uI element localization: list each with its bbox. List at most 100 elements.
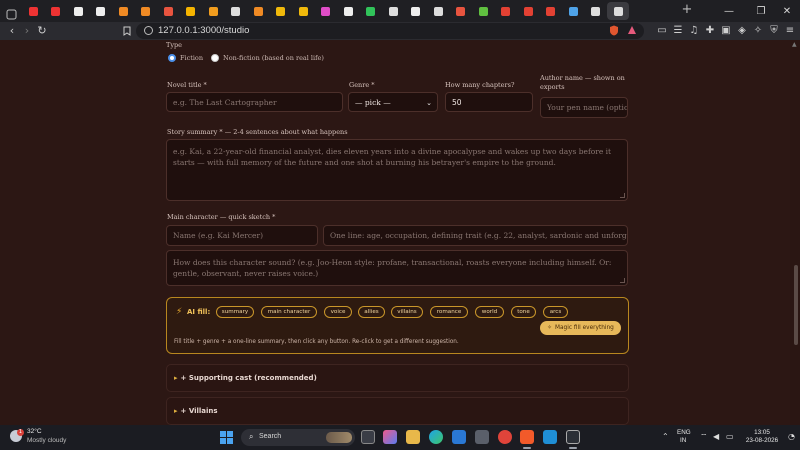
browser-tab[interactable] [112, 2, 135, 20]
fiction-radio-label[interactable]: Fiction [180, 54, 203, 62]
browser-tab[interactable] [270, 2, 293, 20]
task-view-icon[interactable] [361, 430, 375, 444]
browser-tab[interactable] [517, 2, 540, 20]
browser-tab[interactable] [22, 2, 45, 20]
main-character-oneline-input[interactable]: One line: age, occupation, defining trai… [323, 225, 628, 246]
browser-tab[interactable] [225, 2, 248, 20]
resize-handle[interactable] [620, 193, 625, 198]
main-character-voice-textarea[interactable]: How does this character sound? (e.g. Joo… [166, 250, 628, 286]
brave-taskbar-icon[interactable] [520, 430, 534, 444]
vpn-icon[interactable]: ◈ [736, 25, 748, 37]
nonfiction-radio-label[interactable]: Non-fiction (based on real life) [223, 54, 324, 62]
ai-chip-world[interactable]: world [475, 306, 504, 318]
browser-tab[interactable] [450, 2, 473, 20]
mail-icon[interactable] [452, 430, 466, 444]
weather-temperature[interactable]: 32°C [27, 428, 42, 435]
browser-tab[interactable] [315, 2, 338, 20]
sidebar-icon[interactable]: ▭ [656, 25, 668, 37]
reload-icon[interactable]: ↻ [35, 24, 49, 38]
browser-tab[interactable] [540, 2, 563, 20]
resize-handle[interactable] [620, 278, 625, 283]
ai-chip-voice[interactable]: voice [324, 306, 352, 318]
site-info-icon[interactable] [144, 26, 153, 35]
copilot-icon[interactable] [383, 430, 397, 444]
browser-tab[interactable] [67, 2, 90, 20]
music-icon[interactable]: ♫ [688, 25, 700, 37]
scrollbar-thumb[interactable] [794, 265, 798, 345]
ai-chip-villains[interactable]: villains [391, 306, 423, 318]
browser-tab[interactable] [157, 2, 180, 20]
forward-icon[interactable]: › [20, 24, 34, 38]
page-scrollbar[interactable]: ▲ [790, 40, 800, 425]
browser-tab[interactable] [135, 2, 158, 20]
language-code[interactable]: ENG [677, 429, 691, 436]
browser-tab[interactable] [337, 2, 360, 20]
language-region[interactable]: IN [680, 437, 686, 444]
chapters-input[interactable]: 50 [445, 92, 533, 112]
author-input[interactable]: Your pen name (optional) [540, 97, 628, 118]
browser-tab[interactable] [90, 2, 113, 20]
minimize-button[interactable]: — [714, 0, 744, 22]
brave-shield-icon[interactable] [608, 25, 620, 37]
extensions-icon[interactable]: ☰ [672, 25, 684, 37]
url-text[interactable]: 127.0.0.1:3000/studio [158, 24, 249, 38]
clock-time[interactable]: 13:05 [742, 429, 782, 436]
villains-section[interactable]: ▸ + Villains [166, 397, 629, 425]
fiction-radio[interactable] [168, 54, 176, 62]
puzzle-icon[interactable]: ✚ [704, 25, 716, 37]
chevron-up-icon[interactable]: ⌃ [662, 433, 669, 441]
browser-tab[interactable] [292, 2, 315, 20]
volume-icon[interactable]: ◀ [713, 433, 719, 441]
app-icon[interactable] [498, 430, 512, 444]
browser-tab[interactable] [360, 2, 383, 20]
browser-tab[interactable] [562, 2, 585, 20]
browser-tab[interactable] [607, 2, 629, 20]
brave-rewards-icon[interactable] [626, 25, 638, 37]
genre-select[interactable]: — pick — ⌄ [348, 92, 438, 112]
browser-tab[interactable] [247, 2, 270, 20]
shield-icon[interactable]: ⛨ [768, 25, 780, 37]
browser-tab[interactable] [180, 2, 203, 20]
scroll-up-icon[interactable]: ▲ [792, 42, 798, 48]
close-window-button[interactable]: ✕ [772, 0, 800, 22]
main-character-name-input[interactable]: Name (e.g. Kai Mercer) [166, 225, 318, 246]
nonfiction-radio[interactable] [211, 54, 219, 62]
weather-condition[interactable]: Mostly cloudy [27, 437, 66, 444]
ai-chip-tone[interactable]: tone [511, 306, 536, 318]
windows-start-icon[interactable] [220, 431, 233, 444]
wifi-icon[interactable]: ⌔ [700, 433, 708, 441]
ai-chip-summary[interactable]: summary [216, 306, 254, 318]
file-explorer-icon[interactable] [406, 430, 420, 444]
browser-tab[interactable] [472, 2, 495, 20]
store-icon[interactable] [475, 430, 489, 444]
leo-ai-icon[interactable]: ✧ [752, 25, 764, 37]
bookmark-icon[interactable] [120, 24, 134, 38]
ai-chip-main-character[interactable]: main character [261, 306, 317, 318]
browser-tab[interactable] [585, 2, 608, 20]
back-icon[interactable]: ‹ [5, 24, 19, 38]
browser-tab[interactable] [202, 2, 225, 20]
browser-tab[interactable] [382, 2, 405, 20]
menu-icon[interactable]: ≡ [784, 25, 796, 37]
browser-tab[interactable] [427, 2, 450, 20]
supporting-cast-section[interactable]: ▸ + Supporting cast (recommended) [166, 364, 629, 392]
summary-textarea[interactable]: e.g. Kai, a 22-year-old financial analys… [166, 139, 628, 201]
notification-bell-icon[interactable]: ◔ [788, 433, 795, 441]
browser-tab[interactable] [495, 2, 518, 20]
terminal-icon[interactable] [566, 430, 580, 444]
browser-tab[interactable] [405, 2, 428, 20]
ai-chip-arcs[interactable]: arcs [543, 306, 568, 318]
wallet-icon[interactable]: ▣ [720, 25, 732, 37]
ai-chip-allies[interactable]: allies [358, 306, 385, 318]
app-icon[interactable] [543, 430, 557, 444]
battery-icon[interactable]: ▭ [726, 433, 734, 441]
ai-chip-romance[interactable]: romance [430, 306, 468, 318]
edge-icon[interactable] [429, 430, 443, 444]
clock-date[interactable]: 23-08-2026 [742, 437, 782, 444]
magic-fill-button[interactable]: ✧ Magic fill everything [540, 321, 621, 335]
new-tab-button[interactable]: + [680, 3, 694, 17]
tab-menu-icon[interactable] [6, 5, 17, 20]
browser-tab[interactable] [45, 2, 68, 20]
taskbar-search[interactable]: ⌕ Search [241, 429, 355, 446]
novel-title-input[interactable]: e.g. The Last Cartographer [166, 92, 343, 112]
